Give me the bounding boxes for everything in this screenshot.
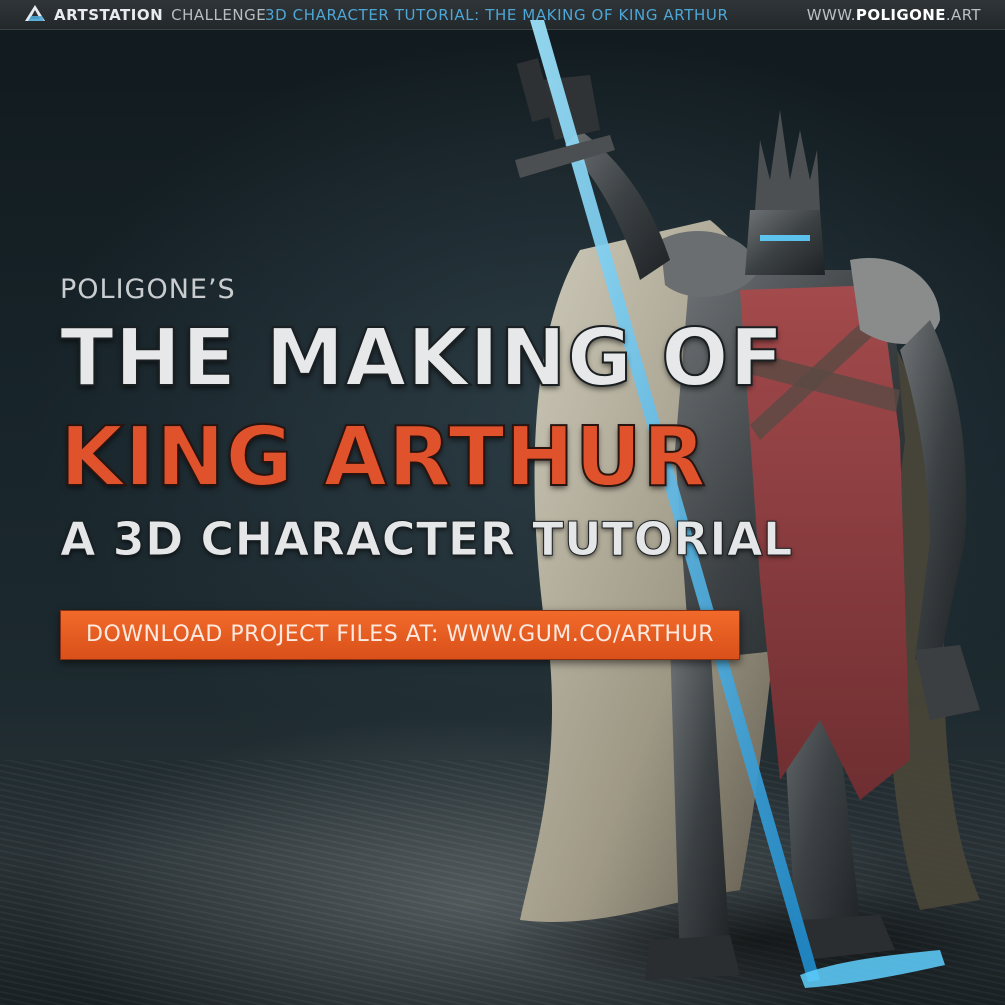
title-line-making-of: THE MAKING OF [59, 311, 785, 405]
artstation-logo-icon [24, 4, 46, 26]
brand-name: ARTSTATION [54, 6, 164, 24]
presenter-label: POLIGONE’S [60, 274, 236, 305]
subtitle-tutorial: A 3D CHARACTER TUTORIAL [60, 512, 793, 567]
brand-tagline: CHALLENGE [171, 6, 267, 24]
title-line-king-arthur: KING ARTHUR [59, 409, 707, 506]
artstation-brand[interactable]: ARTSTATION CHALLENGE [24, 0, 266, 30]
hero-headline: POLIGONE’S THE MAKING OF KING ARTHUR A 3… [59, 272, 793, 570]
download-project-files-button[interactable]: DOWNLOAD PROJECT FILES AT: WWW.GUM.CO/AR… [60, 610, 740, 660]
